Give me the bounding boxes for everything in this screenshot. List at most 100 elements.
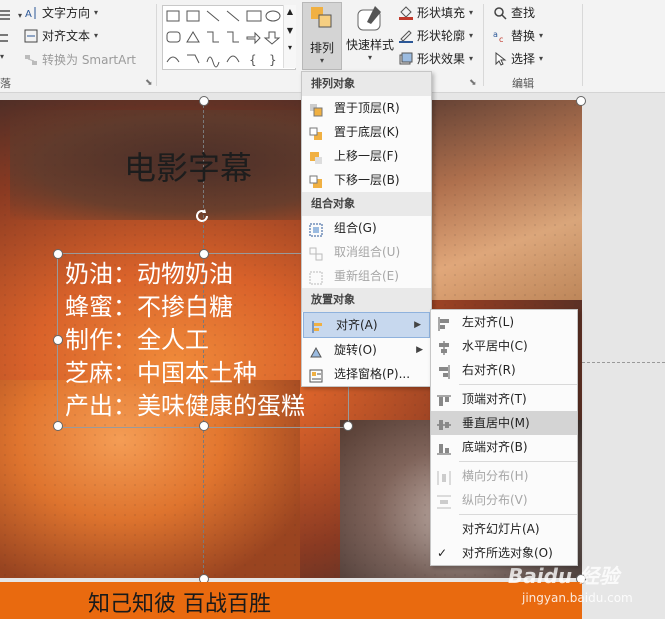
bring-forward-icon: [309, 149, 323, 164]
rectangle-shape-icon: [246, 10, 262, 22]
text-direction-button[interactable]: A 文字方向 ▾: [24, 4, 98, 21]
shape-effects-label: 形状效果: [417, 52, 466, 66]
footer-text[interactable]: 知己知彼 百战百胜: [88, 586, 271, 618]
checkmark-icon: ✓: [437, 546, 448, 560]
resize-handle[interactable]: [576, 96, 586, 106]
select-button[interactable]: 选择 ▾: [493, 50, 543, 67]
rotate-handle-icon[interactable]: [193, 207, 211, 225]
group-item[interactable]: 组合(G): [302, 216, 431, 240]
distribute-vertically-item[interactable]: 纵向分布(V): [431, 488, 577, 512]
bring-to-front-item[interactable]: 置于顶层(R): [302, 96, 431, 120]
chevron-up-icon[interactable]: ▲: [284, 7, 296, 16]
resize-handle[interactable]: [343, 421, 353, 431]
shape-effects-icon: [399, 52, 413, 66]
chevron-down-icon: ▾: [367, 53, 372, 62]
resize-handle[interactable]: [199, 249, 209, 259]
arrange-button[interactable]: 排列 ▾: [302, 2, 342, 70]
shape-fill-button[interactable]: 形状填充 ▾: [399, 4, 473, 21]
line-shape-icon: [206, 10, 220, 22]
group-separator: [582, 4, 583, 86]
group-separator: [483, 4, 484, 86]
shape-outline-button[interactable]: 形状轮廓 ▾: [399, 27, 473, 44]
align-item[interactable]: 对齐(A) ▶: [303, 312, 430, 338]
chevron-down-icon: ▾: [469, 54, 474, 63]
rounded-rectangle-shape-icon: [166, 31, 181, 43]
arc2-shape-icon: [226, 55, 240, 63]
send-backward-icon: [309, 173, 323, 188]
align-icon: [311, 318, 325, 333]
oval-shape-icon: [265, 10, 281, 22]
convert-smartart-button[interactable]: 转换为 SmartArt: [24, 51, 136, 68]
arc-shape-icon: [166, 56, 180, 63]
dialog-launcher-icon[interactable]: ⬊: [145, 78, 153, 88]
convert-smartart-label: 转换为 SmartArt: [42, 53, 136, 67]
chevron-down-icon: ▾: [469, 31, 474, 40]
quick-styles-button[interactable]: 快速样式 ▾: [344, 2, 396, 62]
align-top-icon: [437, 392, 451, 406]
text-box-shape-icon: [166, 10, 180, 22]
more-icon[interactable]: ▾: [284, 43, 296, 52]
menu-item-label: 右对齐(R): [462, 363, 516, 377]
text-line: 制作：全人工: [65, 326, 209, 354]
align-text-button[interactable]: 对齐文本 ▾: [24, 27, 98, 44]
find-button[interactable]: 查找: [493, 4, 535, 21]
align-center-item[interactable]: 水平居中(C): [431, 334, 577, 358]
editing-group-label: 编辑: [512, 77, 534, 90]
replace-button[interactable]: ac 替换 ▾: [493, 27, 543, 44]
group-icon: [309, 221, 323, 237]
distribute-horizontally-item[interactable]: 横向分布(H): [431, 464, 577, 488]
chevron-right-icon: ▶: [416, 345, 423, 355]
shape-effects-button[interactable]: 形状效果 ▾: [399, 50, 473, 67]
chevron-down-icon: ▾: [539, 31, 544, 40]
arrange-label: 排列: [309, 41, 334, 55]
select-label: 选择: [511, 52, 536, 66]
send-to-back-item[interactable]: 置于底层(K): [302, 120, 431, 144]
menu-divider: [459, 461, 577, 462]
chevron-down-icon: ▾: [539, 54, 544, 63]
align-selected-objects-item[interactable]: ✓ 对齐所选对象(O): [431, 541, 577, 565]
text-line: 芝麻：中国本土种: [65, 359, 257, 387]
right-brace-shape-icon: }: [269, 53, 277, 67]
columns-button[interactable]: ▾: [0, 52, 4, 61]
regroup-item[interactable]: 重新组合(E): [302, 264, 431, 288]
menu-item-label: 下移一层(B): [334, 173, 400, 187]
rotate-item[interactable]: 旋转(O) ▶: [302, 338, 431, 362]
freeform-shape-icon: [187, 54, 200, 64]
textbox-content[interactable]: 奶油：动物奶油 蜂蜜：不掺白糖 制作：全人工 芝麻：中国本土种 产出：美味健康的…: [65, 258, 305, 423]
menu-item-label: 纵向分布(V): [462, 493, 528, 507]
bring-forward-item[interactable]: 上移一层(F): [302, 144, 431, 168]
menu-item-label: 横向分布(H): [462, 469, 529, 483]
resize-handle[interactable]: [53, 335, 63, 345]
gallery-scroll[interactable]: ▲ ▼ ▾: [283, 5, 296, 68]
menu-divider: [459, 514, 577, 515]
align-bottom-item[interactable]: 底端对齐(B): [431, 435, 577, 459]
align-right-item[interactable]: 右对齐(R): [431, 358, 577, 382]
align-middle-item[interactable]: 垂直居中(M): [431, 411, 577, 435]
align-left-item[interactable]: 左对齐(L): [431, 310, 577, 334]
chevron-down-icon[interactable]: ▼: [284, 26, 296, 35]
ungroup-item[interactable]: 取消组合(U): [302, 240, 431, 264]
bullets-button[interactable]: ▾: [0, 8, 22, 22]
align-submenu: 左对齐(L) 水平居中(C) 右对齐(R) 顶端对齐(T) 垂直居中(M) 底端…: [430, 309, 578, 566]
selection-pane-item[interactable]: 选择窗格(P)...: [302, 362, 431, 386]
indent-button[interactable]: [0, 31, 14, 45]
menu-item-label: 顶端对齐(T): [462, 392, 527, 406]
resize-handle[interactable]: [199, 421, 209, 431]
send-backward-item[interactable]: 下移一层(B): [302, 168, 431, 192]
menu-item-label: 底端对齐(B): [462, 440, 528, 454]
elbow-connector-shape-icon: [207, 31, 219, 43]
cursor-icon: [493, 51, 507, 66]
align-top-item[interactable]: 顶端对齐(T): [431, 387, 577, 411]
resize-handle[interactable]: [199, 96, 209, 106]
slide-title[interactable]: 电影字幕: [124, 143, 252, 189]
shapes-gallery-icons: { }: [166, 10, 281, 68]
paragraph-group-label: 落: [0, 77, 11, 90]
resize-handle[interactable]: [53, 249, 63, 259]
curve-shape-icon: [206, 56, 220, 68]
dialog-launcher-icon[interactable]: ⬊: [469, 78, 477, 88]
menu-item-label: 选择窗格(P)...: [334, 367, 411, 381]
text-line: 蜂蜜：不掺白糖: [65, 293, 233, 321]
align-to-slide-item[interactable]: 对齐幻灯片(A): [431, 517, 577, 541]
menu-item-label: 垂直居中(M): [462, 416, 530, 430]
resize-handle[interactable]: [53, 421, 63, 431]
